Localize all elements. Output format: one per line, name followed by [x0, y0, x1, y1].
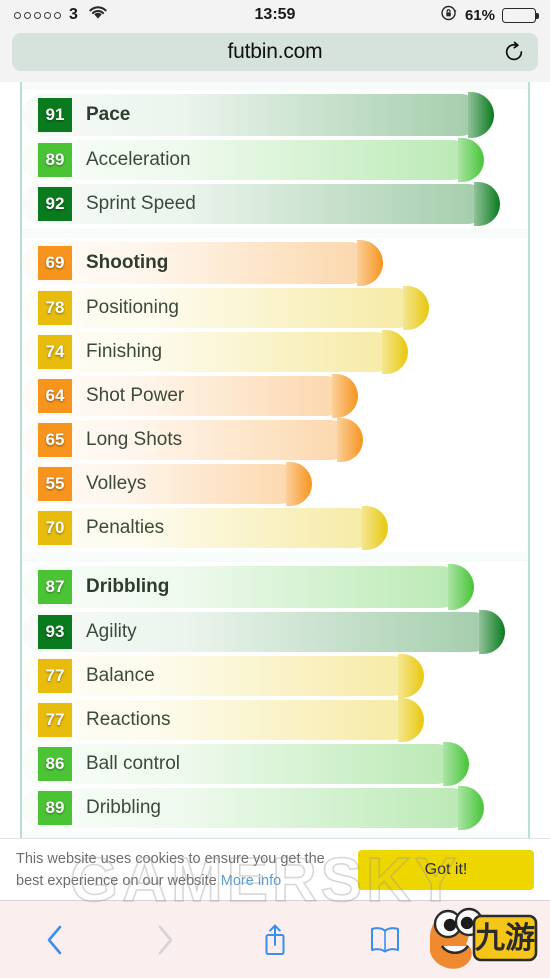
address-bar[interactable]: futbin.com	[12, 33, 538, 71]
stat-value-badge: 55	[38, 467, 72, 501]
stat-label: Positioning	[86, 297, 179, 318]
stat-value-badge: 74	[38, 335, 72, 369]
stat-label: Shot Power	[86, 385, 185, 406]
stat-row: 74 Finishing	[22, 330, 528, 374]
stat-label: Shooting	[86, 252, 169, 273]
stat-row: 55 Volleys	[22, 462, 528, 506]
cookie-message: This website uses cookies to ensure you …	[16, 848, 346, 892]
stat-row: 78 Positioning	[22, 286, 528, 330]
wifi-icon	[88, 5, 108, 25]
stat-bar-fill	[22, 700, 412, 740]
stat-group: 69 Shooting 78 Positioning 74 Finishing 64 Shot…	[22, 238, 528, 552]
stat-row: 77 Balance	[22, 654, 528, 698]
signal-strength-icon	[14, 11, 61, 19]
stat-value-badge: 65	[38, 423, 72, 457]
stat-group-header-row: 91 Pace	[22, 92, 528, 138]
stat-bar-cap	[403, 286, 429, 330]
stat-row: 65 Long Shots	[22, 418, 528, 462]
carrier-label: 3	[69, 6, 78, 23]
stat-bar-cap	[382, 330, 408, 374]
status-bar-left: 3	[14, 5, 108, 25]
status-bar-right: 61%	[440, 4, 539, 27]
stat-bar-cap	[332, 374, 358, 418]
stat-value-badge: 92	[38, 187, 72, 221]
stat-label: Long Shots	[86, 429, 183, 450]
stat-bar-fill	[22, 242, 371, 284]
stat-bar-cap	[337, 418, 363, 462]
stat-label: Reactions	[86, 709, 171, 730]
stat-value-badge: 87	[38, 570, 72, 604]
battery-percent-label: 61%	[464, 6, 495, 24]
stat-bar-fill	[22, 288, 417, 328]
stat-bar-cap	[479, 610, 505, 654]
stat-bar-cap	[474, 182, 500, 226]
share-button[interactable]	[246, 913, 304, 967]
browser-toolbar-top: futbin.com	[0, 30, 550, 82]
stat-value-badge: 86	[38, 747, 72, 781]
stat-row: 86 Ball control	[22, 742, 528, 786]
stat-label: Agility	[86, 621, 137, 642]
stat-bar-fill	[22, 508, 376, 548]
stat-value-badge: 89	[38, 791, 72, 825]
stat-bar-cap	[362, 506, 388, 550]
stat-group: 87 Dribbling 93 Agility 77 Balance 77 Reactions…	[22, 562, 528, 832]
stat-value-badge: 69	[38, 246, 72, 280]
forward-button[interactable]	[136, 913, 194, 967]
stat-label: Dribbling	[86, 797, 161, 818]
stat-bar-cap	[458, 786, 484, 830]
stat-bar-cap	[468, 92, 494, 138]
stat-bar-fill	[22, 656, 412, 696]
stat-bar-cap	[398, 654, 424, 698]
stat-value-badge: 93	[38, 615, 72, 649]
stat-label: Dribbling	[86, 576, 170, 597]
stat-label: Ball control	[86, 753, 180, 774]
stat-label: Finishing	[86, 341, 163, 362]
stat-value-badge: 91	[38, 98, 72, 132]
stat-row: 89 Dribbling	[22, 786, 528, 830]
cookie-consent-banner: This website uses cookies to ensure you …	[0, 838, 550, 900]
stat-bar-cap	[357, 240, 383, 286]
web-page-viewport[interactable]: 91 Pace 89 Acceleration 92 Sprint Speed 69 Shoo…	[0, 82, 550, 900]
stat-bar-cap	[448, 564, 474, 610]
stat-value-badge: 77	[38, 659, 72, 693]
stat-value-badge: 89	[38, 143, 72, 177]
stat-bar-cap	[443, 742, 469, 786]
stat-label: Sprint Speed	[86, 193, 196, 214]
reload-icon[interactable]	[502, 40, 526, 64]
stat-value-badge: 77	[38, 703, 72, 737]
rotation-lock-icon	[440, 4, 458, 27]
stat-value-badge: 78	[38, 291, 72, 325]
more-info-link[interactable]: More info	[221, 873, 281, 889]
clock-label: 13:59	[254, 6, 296, 23]
url-label: futbin.com	[227, 40, 323, 63]
stat-value-badge: 64	[38, 379, 72, 413]
stat-bar-cap	[398, 698, 424, 742]
stat-group-header-row: 87 Dribbling	[22, 564, 528, 610]
stat-label: Balance	[86, 665, 155, 686]
stat-label: Acceleration	[86, 149, 191, 170]
stat-row: 77 Reactions	[22, 698, 528, 742]
stat-group: 91 Pace 89 Acceleration 92 Sprint Speed	[22, 90, 528, 228]
stat-row: 92 Sprint Speed	[22, 182, 528, 226]
status-bar: 3 13:59 61%	[0, 0, 550, 30]
bookmarks-button[interactable]	[356, 913, 414, 967]
stat-row: 70 Penalties	[22, 506, 528, 550]
stat-row: 64 Shot Power	[22, 374, 528, 418]
stat-row: 89 Acceleration	[22, 138, 528, 182]
stat-bar-cap	[458, 138, 484, 182]
back-button[interactable]	[26, 913, 84, 967]
stat-bar-fill	[22, 332, 396, 372]
stat-bar-cap	[286, 462, 312, 506]
stat-label: Penalties	[86, 517, 165, 538]
stat-label: Pace	[86, 104, 131, 125]
stat-row: 93 Agility	[22, 610, 528, 654]
battery-icon	[502, 7, 539, 23]
stats-container: 91 Pace 89 Acceleration 92 Sprint Speed 69 Shoo…	[20, 82, 530, 842]
accept-cookies-button[interactable]: Got it!	[358, 849, 534, 890]
browser-toolbar-bottom	[0, 900, 550, 978]
stat-label: Volleys	[86, 473, 147, 494]
stat-group-header-row: 69 Shooting	[22, 240, 528, 286]
stat-value-badge: 70	[38, 511, 72, 545]
